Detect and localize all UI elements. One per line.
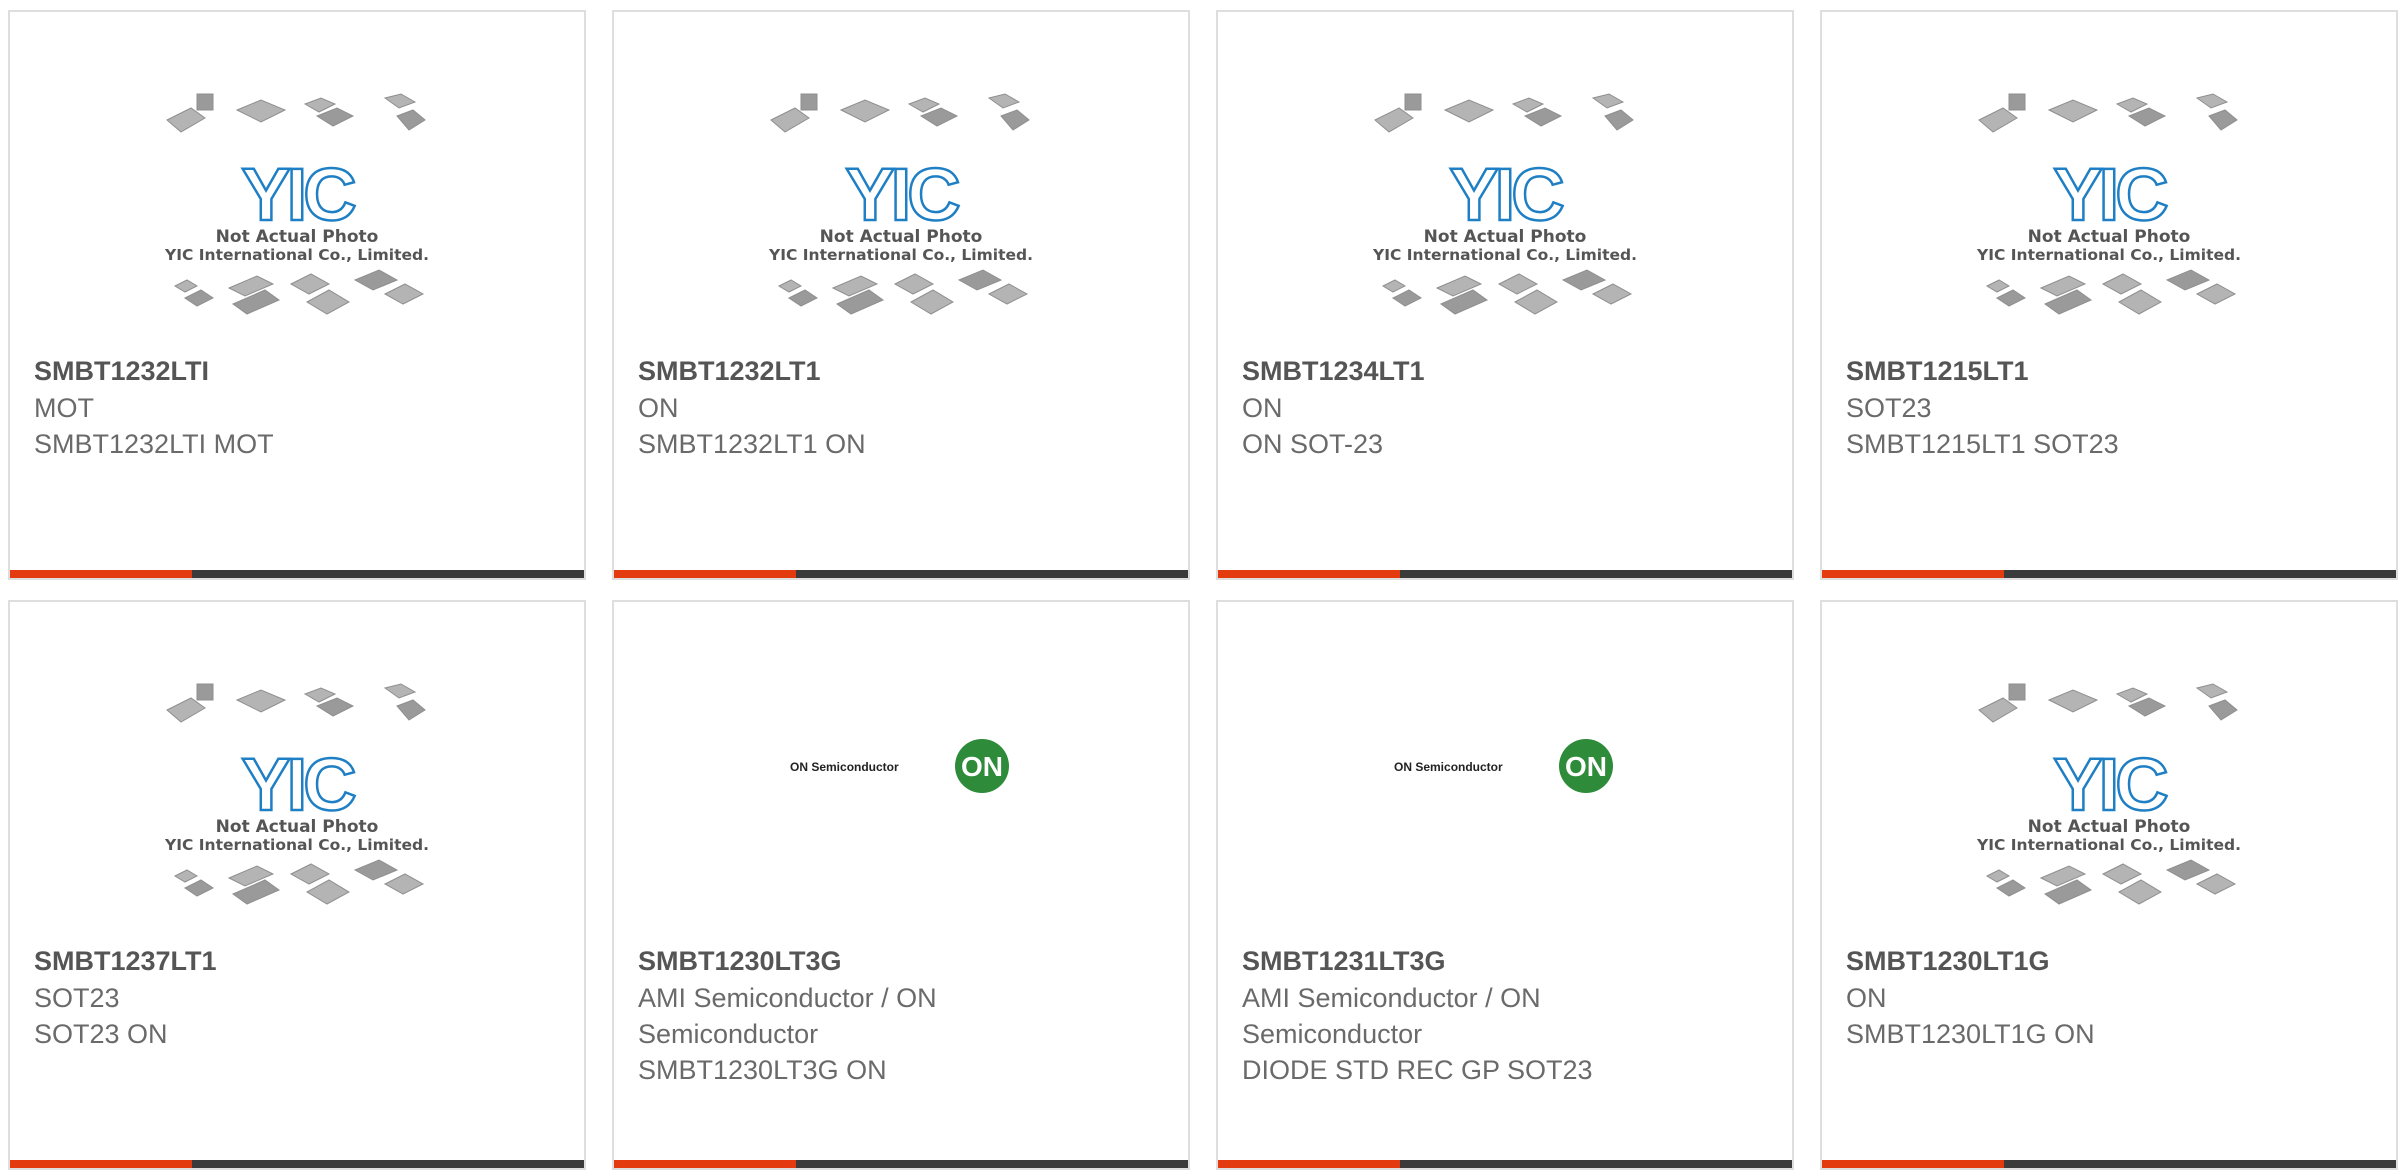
description: SMBT1232LT1 ON	[638, 429, 866, 459]
not-actual-photo-placeholder: YICNot Actual PhotoYIC International Co.…	[1976, 93, 2241, 315]
part-number[interactable]: SMBT1230LT3G	[638, 942, 1168, 980]
product-image: YIC Not Actual Photo YIC International Co.…	[614, 90, 1188, 352]
product-card[interactable]: YIC Not Actual Photo YIC International Co.…	[612, 10, 1190, 580]
on-mark: ON	[961, 751, 1003, 782]
card-bottom-bar	[1822, 570, 2396, 578]
manufacturer: AMI Semiconductor / ON	[1242, 983, 1541, 1013]
on-mark: ON	[1565, 751, 1607, 782]
product-card[interactable]: ON Semiconductor ON SMBT1230LT3G AMI Semi…	[612, 600, 1190, 1170]
product-card[interactable]: YIC Not Actual Photo YIC International Co.…	[1820, 600, 2398, 1170]
manufacturer: ON	[638, 393, 679, 423]
card-bottom-bar	[614, 570, 1188, 578]
not-actual-photo-placeholder: YICNot Actual PhotoYIC International Co.…	[768, 93, 1033, 315]
part-number[interactable]: SMBT1237LT1	[34, 942, 564, 980]
card-bottom-bar	[1218, 570, 1792, 578]
manufacturer: MOT	[34, 393, 94, 423]
product-grid: YIC Not Actual Photo YIC International Co.…	[8, 10, 2398, 1170]
placeholder-caption: Not Actual Photo	[216, 817, 379, 837]
description: SMBT1232LTI MOT	[34, 429, 274, 459]
description: ON SOT-23	[1242, 429, 1384, 459]
part-number[interactable]: SMBT1234LT1	[1242, 352, 1772, 390]
product-image: YIC Not Actual Photo YIC International Co.…	[1218, 90, 1792, 352]
part-number[interactable]: SMBT1232LTI	[34, 352, 564, 390]
product-card[interactable]: YIC Not Actual Photo YIC International Co.…	[1216, 10, 1794, 580]
placeholder-company: YIC International Co., Limited.	[1372, 246, 1637, 264]
placeholder-company: YIC International Co., Limited.	[768, 246, 1033, 264]
not-actual-photo-placeholder: YICNot Actual PhotoYIC International Co.…	[1976, 683, 2241, 905]
description: SMBT1230LT3G ON	[638, 1055, 887, 1085]
manufacturer: ON	[1846, 983, 1887, 1013]
description: SMBT1215LT1 SOT23	[1846, 429, 2119, 459]
placeholder-caption: Not Actual Photo	[2028, 817, 2191, 837]
manufacturer: AMI Semiconductor / ON	[638, 983, 937, 1013]
manufacturer-continued: Semiconductor	[1242, 1019, 1423, 1049]
not-actual-photo-placeholder: YICNot Actual PhotoYIC International Co.…	[1372, 93, 1637, 315]
not-actual-photo-placeholder: YICNot Actual PhotoYIC International Co.…	[164, 93, 429, 315]
placeholder-company: YIC International Co., Limited.	[164, 246, 429, 264]
on-semiconductor-logo: ON Semiconductor ON	[1390, 680, 1620, 942]
on-wordmark: ON Semiconductor	[790, 760, 899, 774]
placeholder-caption: Not Actual Photo	[2028, 227, 2191, 247]
part-number[interactable]: SMBT1215LT1	[1846, 352, 2376, 390]
on-semiconductor-logo: ON Semiconductor ON	[786, 680, 1016, 942]
product-card[interactable]: YIC Not Actual Photo YIC International Co.…	[8, 600, 586, 1170]
part-number[interactable]: SMBT1232LT1	[638, 352, 1168, 390]
not-actual-photo-placeholder: YICNot Actual PhotoYIC International Co.…	[164, 683, 429, 905]
yic-logo: YIC	[241, 153, 355, 236]
placeholder-company: YIC International Co., Limited.	[164, 836, 429, 854]
yic-logo: YIC	[845, 153, 959, 236]
yic-logo: YIC	[2053, 153, 2167, 236]
placeholder-caption: Not Actual Photo	[216, 227, 379, 247]
on-wordmark: ON Semiconductor	[1394, 760, 1503, 774]
manufacturer: SOT23	[1846, 393, 1932, 423]
product-image: ON Semiconductor ON	[1218, 680, 1792, 942]
yic-logo: YIC	[2053, 743, 2167, 826]
description: SMBT1230LT1G ON	[1846, 1019, 2095, 1049]
card-accent-bar	[1822, 570, 2004, 578]
product-card[interactable]: YIC Not Actual Photo YIC International Co.…	[8, 10, 586, 580]
card-bottom-bar	[10, 570, 584, 578]
manufacturer-continued: Semiconductor	[638, 1019, 819, 1049]
description: SOT23 ON	[34, 1019, 168, 1049]
placeholder-company: YIC International Co., Limited.	[1976, 836, 2241, 854]
yic-logo: YIC	[1449, 153, 1563, 236]
product-image: ON Semiconductor ON	[614, 680, 1188, 942]
part-number[interactable]: SMBT1230LT1G	[1846, 942, 2376, 980]
placeholder-caption: Not Actual Photo	[1424, 227, 1587, 247]
placeholder-company: YIC International Co., Limited.	[1976, 246, 2241, 264]
product-image: YIC Not Actual Photo YIC International Co.…	[10, 680, 584, 942]
card-accent-bar	[1218, 570, 1400, 578]
product-image: YIC Not Actual Photo YIC International Co.…	[10, 90, 584, 352]
yic-logo: YIC	[241, 743, 355, 826]
product-card[interactable]: YIC Not Actual Photo YIC International Co.…	[1820, 10, 2398, 580]
manufacturer: ON	[1242, 393, 1283, 423]
part-number[interactable]: SMBT1231LT3G	[1242, 942, 1772, 980]
product-image: YIC Not Actual Photo YIC International Co.…	[1822, 680, 2396, 942]
card-accent-bar	[614, 570, 796, 578]
product-card[interactable]: ON Semiconductor ON SMBT1231LT3G AMI Semi…	[1216, 600, 1794, 1170]
product-image: YIC Not Actual Photo YIC International Co.…	[1822, 90, 2396, 352]
card-accent-bar	[10, 570, 192, 578]
manufacturer: SOT23	[34, 983, 120, 1013]
placeholder-caption: Not Actual Photo	[820, 227, 983, 247]
description: DIODE STD REC GP SOT23	[1242, 1055, 1593, 1085]
